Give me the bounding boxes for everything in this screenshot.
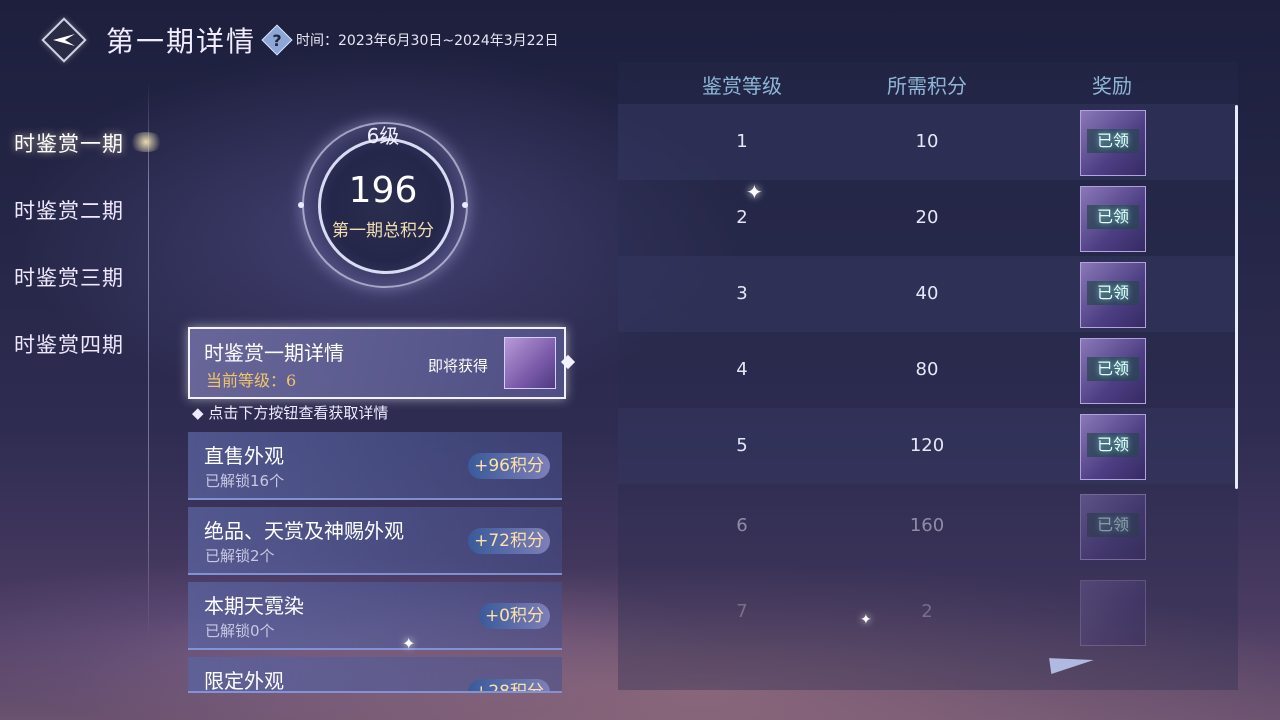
reward-item[interactable]: 已领: [1080, 110, 1146, 176]
source-title: 限定外观: [204, 669, 284, 693]
header: 第一期详情 ? 时间：2023年6月30日~2024年3月22日: [41, 17, 559, 63]
table-row: 2 20 已领: [618, 180, 1238, 256]
nav-item-period-4[interactable]: 时鉴赏四期: [14, 329, 124, 396]
source-unlocked: 已解锁2个: [205, 547, 275, 565]
reward-item[interactable]: 已领: [1080, 338, 1146, 404]
reward-item[interactable]: 已领: [1080, 414, 1146, 480]
claimed-badge: 已领: [1087, 205, 1139, 229]
sparkle-icon: ✦: [860, 612, 872, 628]
upcoming-label: 即将获得: [428, 357, 489, 375]
reward-item[interactable]: 已领: [1080, 494, 1146, 560]
source-points: +0积分: [478, 603, 550, 629]
period-nav: 时鉴赏一期 时鉴赏二期 时鉴赏三期 时鉴赏四期: [14, 128, 124, 396]
current-level: 当前等级：6: [206, 371, 297, 390]
claimed-badge: 已领: [1087, 433, 1139, 457]
source-title: 直售外观: [204, 444, 284, 468]
nav-divider: [148, 80, 149, 640]
claimed-badge: 已领: [1087, 281, 1139, 305]
upcoming-reward-thumbnail[interactable]: [504, 337, 556, 389]
level-label: 6级: [366, 124, 400, 148]
sparkle-icon: ✦: [402, 634, 416, 653]
period-detail-card[interactable]: 时鉴赏一期详情 当前等级：6 即将获得: [188, 327, 566, 399]
nav-item-period-1[interactable]: 时鉴赏一期: [14, 128, 124, 195]
nav-item-period-2[interactable]: 时鉴赏二期: [14, 195, 124, 262]
source-row-direct-sale[interactable]: 直售外观 已解锁16个 +96积分: [188, 432, 562, 500]
source-points: +28积分: [468, 679, 550, 691]
detail-title: 时鉴赏一期详情: [204, 341, 344, 365]
source-row-premium[interactable]: 绝品、天赏及神赐外观 已解锁2个 +72积分: [188, 507, 562, 575]
reward-item[interactable]: [1080, 580, 1146, 646]
table-row: 7 2: [618, 574, 1238, 650]
source-unlocked: 已解锁16个: [205, 472, 285, 490]
table-row: 4 80 已领: [618, 332, 1238, 408]
table-row: 5 120 已领: [618, 408, 1238, 484]
header-points: 所需积分: [887, 74, 967, 98]
scrollbar[interactable]: [1235, 105, 1238, 489]
table-row: 6 160 已领: [618, 488, 1238, 564]
source-title: 绝品、天赏及神赐外观: [204, 519, 404, 543]
source-title: 本期天霓染: [204, 594, 304, 618]
source-points: +72积分: [468, 528, 550, 554]
reward-item[interactable]: 已领: [1080, 262, 1146, 328]
source-unlocked: 已解锁0个: [205, 622, 275, 640]
source-points: +96积分: [468, 453, 550, 479]
claimed-badge: 已领: [1087, 513, 1139, 537]
claimed-badge: 已领: [1087, 129, 1139, 153]
score-ring: 6级 196 第一期总积分: [288, 120, 478, 290]
total-score: 196: [348, 170, 418, 211]
nav-item-period-3[interactable]: 时鉴赏三期: [14, 262, 124, 329]
hint-text: ◆ 点击下方按钮查看获取详情: [192, 404, 389, 422]
back-arrow-icon: [53, 34, 75, 46]
claimed-badge: 已领: [1087, 357, 1139, 381]
question-icon[interactable]: ?: [261, 24, 293, 56]
source-row-limited[interactable]: 限定外观 +28积分: [188, 657, 562, 693]
reward-item[interactable]: 已领: [1080, 186, 1146, 252]
source-row-dye[interactable]: 本期天霓染 已解锁0个 +0积分: [188, 582, 562, 650]
active-indicator: [128, 132, 164, 152]
header-level: 鉴赏等级: [702, 74, 782, 98]
page-title: 第一期详情: [106, 25, 257, 58]
table-row: 3 40 已领: [618, 256, 1238, 332]
score-caption: 第一期总积分: [332, 221, 434, 241]
header-reward: 奖励: [1092, 74, 1132, 98]
sparkle-icon: ✦: [746, 180, 763, 204]
event-time: 时间：2023年6月30日~2024年3月22日: [296, 33, 559, 49]
back-button[interactable]: [41, 17, 87, 63]
table-row: 1 10 已领: [618, 104, 1238, 180]
